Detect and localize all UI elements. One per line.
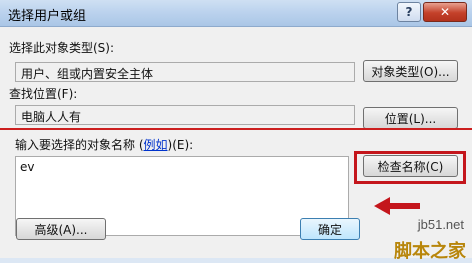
- object-names-value: ev: [20, 160, 35, 174]
- annotation-divider-line: [0, 128, 472, 130]
- object-names-label-suffix: )(E):: [167, 138, 194, 152]
- window-title: 选择用户或组: [8, 9, 87, 24]
- object-names-label-prefix: 输入要选择的对象名称 (: [15, 138, 144, 152]
- annotation-highlight-box: [354, 151, 466, 184]
- watermark-url: jb51.net: [417, 217, 464, 232]
- object-type-field: 用户、组或内置安全主体: [15, 62, 355, 82]
- locations-button[interactable]: 位置(L)...: [363, 107, 458, 129]
- help-icon: ?: [405, 5, 413, 19]
- examples-link[interactable]: 例如: [144, 138, 168, 152]
- annotation-arrow-icon: [374, 197, 420, 215]
- object-names-label: 输入要选择的对象名称 (例如)(E):: [15, 136, 193, 153]
- close-icon: ✕: [439, 5, 451, 19]
- object-types-button[interactable]: 对象类型(O)...: [363, 60, 458, 82]
- dialog-body: 选择此对象类型(S): 用户、组或内置安全主体 对象类型(O)... 查找位置(…: [0, 27, 472, 262]
- help-button[interactable]: ?: [397, 2, 421, 22]
- location-label: 查找位置(F):: [9, 87, 78, 101]
- watermark: jb51.net 脚本之家: [378, 215, 468, 262]
- location-field: 电脑人人有: [15, 105, 355, 125]
- object-type-label: 选择此对象类型(S):: [9, 41, 115, 55]
- advanced-button[interactable]: 高级(A)...: [16, 218, 106, 240]
- title-bar: 选择用户或组 ? ✕: [0, 0, 472, 27]
- watermark-name: 脚本之家: [394, 241, 466, 262]
- close-button[interactable]: ✕: [423, 2, 467, 22]
- ok-button[interactable]: 确定: [300, 218, 360, 240]
